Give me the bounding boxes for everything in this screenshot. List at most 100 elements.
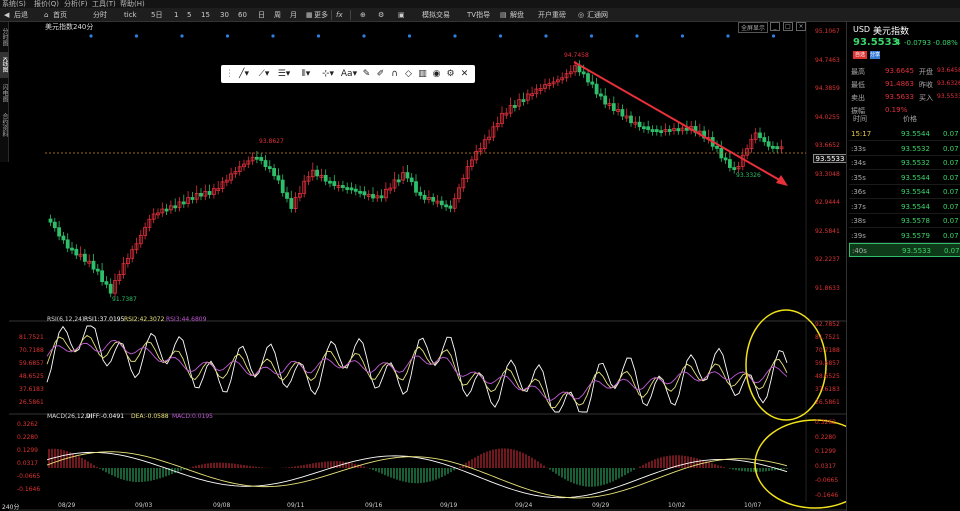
candle-body bbox=[448, 205, 453, 209]
stat-label: 卖出 bbox=[851, 94, 865, 102]
event-dot[interactable] bbox=[544, 34, 548, 38]
candle-body bbox=[65, 239, 70, 249]
event-dot[interactable] bbox=[225, 34, 230, 38]
period-15min[interactable]: 15 bbox=[201, 10, 210, 20]
grid-icon[interactable]: ▦ bbox=[306, 10, 313, 20]
close-icon[interactable]: × bbox=[796, 22, 806, 31]
event-dot[interactable] bbox=[271, 34, 275, 38]
trade-price: 93.5532 bbox=[901, 159, 930, 167]
zoom-icon[interactable]: ⊕ bbox=[360, 10, 366, 20]
fan-tool-icon[interactable]: ⟋▾ bbox=[254, 67, 274, 81]
period-30min[interactable]: 30 bbox=[220, 10, 229, 20]
unlock-icon[interactable]: ▤ bbox=[500, 10, 507, 20]
eye-icon[interactable]: ◉ bbox=[430, 67, 443, 81]
line-tool-icon[interactable]: ╱▾ bbox=[235, 67, 253, 81]
pattern-tool-icon[interactable]: ⊹▾ bbox=[318, 67, 338, 81]
candle-body bbox=[328, 180, 332, 184]
rsi1-line bbox=[46, 325, 788, 413]
event-dot[interactable] bbox=[180, 34, 184, 38]
settings-gear-icon[interactable]: ⚙ bbox=[444, 67, 457, 81]
candle-body bbox=[762, 137, 767, 143]
fib-tool-icon[interactable]: ☰▾ bbox=[275, 67, 293, 81]
trade-row: :38s 93.5578 0.07 bbox=[849, 214, 960, 228]
period-week[interactable]: 周 bbox=[274, 10, 281, 20]
event-dot[interactable] bbox=[771, 34, 776, 38]
sim-trade-button[interactable]: 模拟交易 bbox=[422, 10, 450, 20]
tab-flash[interactable]: 闪电图 bbox=[0, 80, 9, 106]
period-1min[interactable]: 1 bbox=[174, 10, 178, 20]
drag-handle-icon[interactable]: ⋮ bbox=[225, 67, 234, 81]
event-dot[interactable] bbox=[134, 34, 139, 38]
watchlist-button[interactable]: 自选 bbox=[853, 51, 867, 59]
trash-icon[interactable]: ▥ bbox=[416, 67, 429, 81]
tab-fenshi[interactable]: 分时 bbox=[93, 10, 107, 20]
candle-body bbox=[173, 205, 178, 209]
tab-contract[interactable]: 合约资料 bbox=[0, 108, 9, 142]
more-button[interactable]: 更多 bbox=[314, 10, 328, 20]
event-dot[interactable] bbox=[680, 34, 685, 38]
event-dot[interactable] bbox=[407, 34, 412, 38]
candle-body bbox=[207, 191, 212, 195]
tv-guide-button[interactable]: TV指导 bbox=[467, 10, 490, 20]
chart-area[interactable] bbox=[9, 22, 846, 511]
stat-value: 93.5533 bbox=[937, 93, 960, 100]
menu-bar: 系统(S) 报价(Q) 分析(F) 工具(T) 帮助(H) bbox=[0, 0, 960, 8]
period-60min[interactable]: 60 bbox=[238, 10, 247, 20]
lock-icon[interactable]: ▣ bbox=[398, 10, 405, 20]
candle-body bbox=[431, 196, 436, 202]
home-icon[interactable]: ⌂ bbox=[44, 10, 48, 20]
settings-icon[interactable]: ⚙ bbox=[378, 10, 384, 20]
candle-body bbox=[715, 145, 719, 149]
share-button[interactable]: 分享 bbox=[870, 51, 880, 59]
period-month[interactable]: 月 bbox=[290, 10, 297, 20]
candle-body bbox=[332, 181, 337, 187]
rsi-axis-label: 37.6183 bbox=[815, 386, 840, 393]
event-dot[interactable] bbox=[89, 34, 93, 38]
brand-link[interactable]: 汇通网 bbox=[587, 10, 608, 20]
candle-body bbox=[83, 253, 87, 262]
eraser-icon[interactable]: ◇ bbox=[402, 67, 415, 81]
period-5min[interactable]: 5 bbox=[187, 10, 191, 20]
text-tool-icon[interactable]: Aa▾ bbox=[339, 67, 359, 81]
tab-timeshare[interactable]: 分时图 bbox=[0, 24, 9, 50]
close-toolbar-icon[interactable]: ✕ bbox=[458, 67, 471, 81]
event-dot[interactable] bbox=[589, 34, 594, 38]
event-dot[interactable] bbox=[316, 34, 321, 38]
highlight-circle-rsi bbox=[745, 309, 827, 421]
period-day[interactable]: 日 bbox=[258, 10, 265, 20]
event-dot[interactable] bbox=[362, 34, 366, 38]
formula-button[interactable]: fx bbox=[336, 10, 343, 20]
rsi-axis-label: 48.6525 bbox=[815, 373, 840, 380]
trade-volume: 0.07 bbox=[943, 231, 959, 240]
trade-price: 93.5532 bbox=[901, 144, 930, 153]
tab-tick[interactable]: tick bbox=[124, 10, 137, 20]
candle-body bbox=[379, 195, 384, 199]
open-account-button[interactable]: 开户重磅 bbox=[538, 10, 566, 20]
event-dot[interactable] bbox=[635, 34, 639, 38]
back-button[interactable]: 后退 bbox=[14, 10, 28, 20]
rsi-axis-label: 92.7852 bbox=[815, 321, 840, 328]
fullscreen-button[interactable]: 全屏显示 bbox=[738, 22, 769, 33]
ruler-icon[interactable]: ✎ bbox=[360, 67, 373, 81]
trade-price: 93.5544 bbox=[901, 188, 930, 196]
trend-arrow[interactable] bbox=[573, 61, 784, 183]
minimize-icon[interactable]: _ bbox=[770, 22, 780, 31]
stat-label: 开盘 bbox=[919, 68, 933, 76]
period-5day[interactable]: 5日 bbox=[151, 10, 162, 20]
price-axis-label: 92.9444 bbox=[815, 199, 840, 206]
unlock-button[interactable]: 解盘 bbox=[510, 10, 524, 20]
event-dot[interactable] bbox=[726, 34, 730, 38]
back-icon[interactable]: ◀ bbox=[4, 10, 9, 20]
magnet-icon[interactable]: ∩ bbox=[388, 67, 401, 81]
event-dot[interactable] bbox=[498, 34, 503, 38]
tab-kline[interactable]: K线图 bbox=[0, 52, 9, 78]
brand-icon[interactable]: ◎ bbox=[578, 10, 584, 20]
home-button[interactable]: 首页 bbox=[53, 10, 67, 20]
date-axis-label: 09/24 bbox=[515, 502, 533, 509]
period-tool-icon[interactable]: ⦀▾ bbox=[295, 67, 317, 81]
rsi-label: RSI(6,12,24) bbox=[47, 316, 85, 323]
pencil-icon[interactable]: ✐ bbox=[374, 67, 387, 81]
maximize-icon[interactable]: □ bbox=[783, 22, 793, 31]
date-axis-label: 09/08 bbox=[213, 502, 231, 509]
event-dot[interactable] bbox=[453, 34, 457, 38]
